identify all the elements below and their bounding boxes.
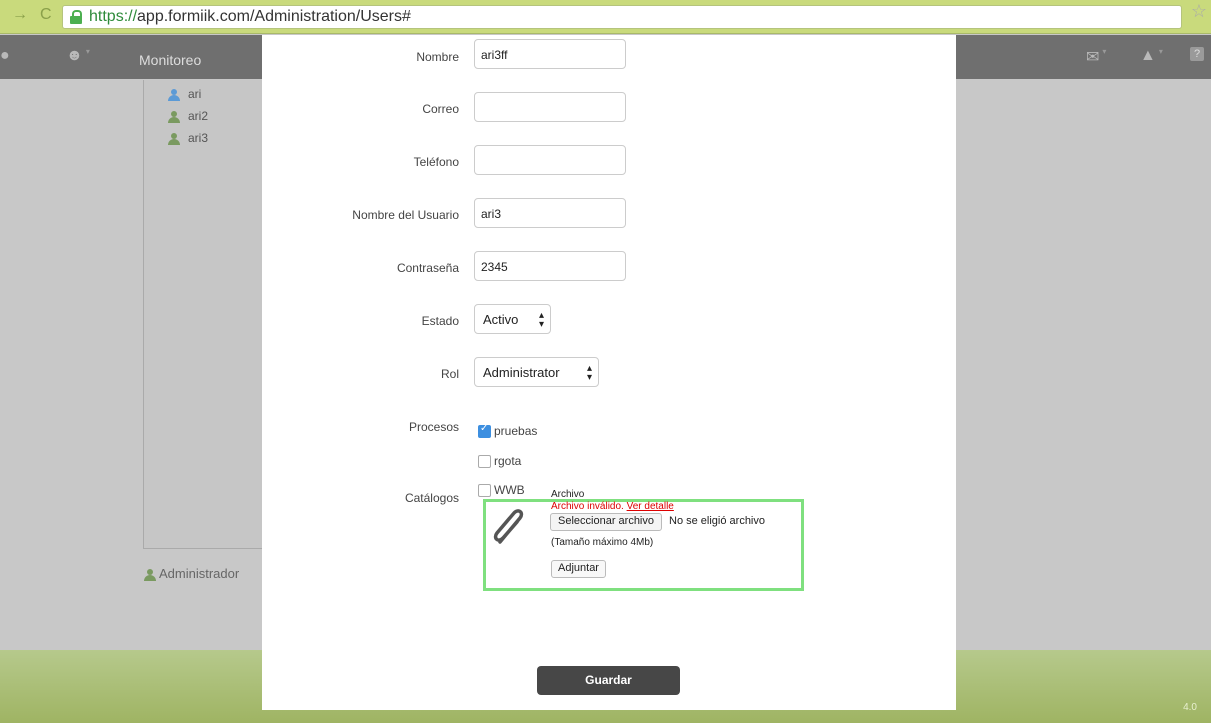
attach-button[interactable]: Adjuntar — [551, 560, 606, 578]
url-path: app.formiik.com/Administration/Users# — [137, 8, 411, 25]
lock-icon — [70, 10, 82, 24]
correo-field[interactable] — [474, 92, 626, 122]
ver-detalle-link[interactable]: Ver detalle — [627, 501, 674, 512]
url-scheme: https:// — [89, 8, 138, 25]
checkbox-checked-icon[interactable] — [478, 423, 491, 439]
file-max-size-text: (Tamaño máximo 4Mb) — [551, 537, 654, 548]
nombre-field[interactable]: ari3ff — [474, 39, 626, 69]
correo-label: Correo — [422, 102, 459, 116]
paperclip-icon — [493, 509, 524, 544]
usuario-label: Nombre del Usuario — [352, 208, 459, 222]
footer-user: Administrador — [144, 566, 239, 581]
select-file-button[interactable]: Seleccionar archivo — [550, 513, 662, 531]
tree-user-item[interactable]: ari — [168, 87, 201, 101]
users-tree-panel — [143, 80, 275, 549]
select-arrows-icon: ▴ ▾ — [586, 363, 592, 383]
address-bar[interactable]: https://app.formiik.com/Administration/U… — [62, 5, 1182, 29]
rol-select[interactable]: Administrator ▴ ▾ — [474, 357, 599, 387]
user-icon — [168, 110, 180, 123]
checkbox-icon[interactable] — [478, 484, 491, 498]
proceso-checkbox-wwb[interactable]: WWB — [478, 483, 525, 498]
procesos-label: Procesos — [408, 420, 459, 434]
rol-value: Administrator — [483, 365, 560, 380]
user-icon — [168, 88, 180, 101]
forward-icon[interactable]: → — [12, 6, 28, 24]
telefono-label: Teléfono — [413, 155, 459, 169]
menu-monitoreo[interactable]: Monitoreo — [139, 52, 201, 68]
nombre-label: Nombre — [416, 50, 459, 64]
select-arrows-icon: ▴ ▾ — [538, 310, 544, 330]
checkbox-icon[interactable] — [478, 455, 491, 469]
reload-icon[interactable]: C — [40, 6, 52, 24]
help-icon[interactable]: ? — [1190, 47, 1204, 61]
proceso-checkbox-pruebas[interactable]: pruebas — [478, 423, 537, 439]
bookmark-star-icon[interactable]: ☆ — [1191, 1, 1207, 22]
contrasena-field[interactable]: 2345 — [474, 251, 626, 281]
file-status-text: No se eligió archivo — [669, 515, 765, 527]
rol-label: Rol — [440, 367, 459, 381]
bell-icon[interactable]: ▲ ▾ — [1140, 47, 1163, 65]
edit-user-modal: Nombre ari3ff Correo Teléfono Nombre del… — [262, 35, 956, 710]
tree-user-item[interactable]: ari3 — [168, 131, 208, 145]
version-label: 4.0 — [1183, 702, 1197, 713]
contrasena-label: Contraseña — [396, 261, 459, 275]
estado-value: Activo — [483, 312, 519, 327]
logo-icon[interactable]: ● — [0, 47, 10, 65]
user-menu-icon[interactable]: ☻ ▾ — [66, 47, 90, 65]
mail-icon[interactable]: ✉ ▾ — [1086, 47, 1106, 67]
catalogos-label: Catálogos — [404, 491, 459, 505]
telefono-field[interactable] — [474, 145, 626, 175]
user-icon — [144, 568, 156, 581]
usuario-field[interactable]: ari3 — [474, 198, 626, 228]
estado-select[interactable]: Activo ▴ ▾ — [474, 304, 551, 334]
user-icon — [168, 132, 180, 145]
url-text: https://app.formiik.com/Administration/U… — [89, 8, 411, 26]
browser-toolbar: → C https://app.formiik.com/Administrati… — [0, 0, 1211, 34]
estado-label: Estado — [421, 314, 459, 328]
save-button[interactable]: Guardar — [537, 666, 680, 695]
proceso-checkbox-rgota[interactable]: rgota — [478, 454, 521, 469]
tree-user-item[interactable]: ari2 — [168, 109, 208, 123]
file-error-message: Archivo inválido. Ver detalle — [551, 501, 674, 512]
